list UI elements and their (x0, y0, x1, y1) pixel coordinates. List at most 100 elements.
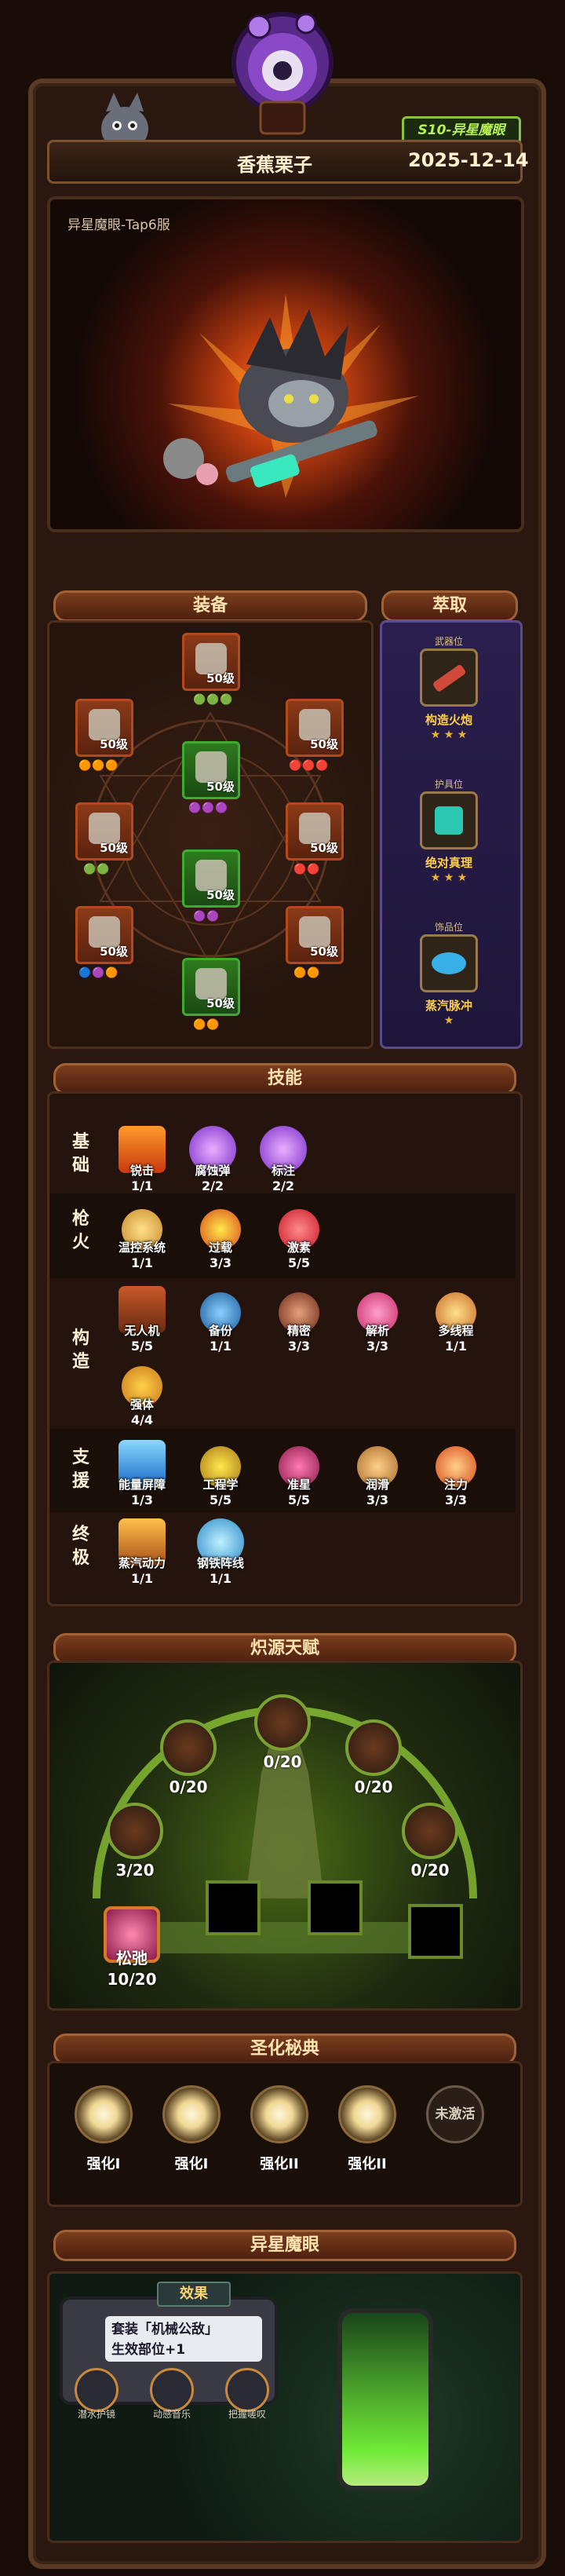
skill-item[interactable]: 备份 1/1 (185, 1292, 256, 1354)
equipment-slot-shoulder[interactable]: 50级 (75, 699, 133, 757)
extract-item-name: 绝对真理 (425, 856, 472, 870)
skill-item[interactable]: 准星 5/5 (264, 1446, 334, 1507)
equipment-slot-gauntlet[interactable]: 50级 (286, 699, 344, 757)
skill-item[interactable]: 强体 4/4 (107, 1366, 177, 1427)
talent-empty-slot[interactable] (206, 1880, 261, 1935)
equipment-gems: 🔴🔴 (293, 864, 321, 875)
extract-item-stars: ★ (443, 1014, 454, 1027)
talent-node[interactable]: 0/20 (251, 1694, 314, 1771)
extract-item-name: 蒸汽脉冲 (425, 999, 472, 1013)
talent-node[interactable]: 0/20 (342, 1719, 405, 1796)
effect-line: 套装「机械公敌」 (111, 2322, 218, 2337)
glowing-orb-icon (250, 2085, 308, 2143)
equipment-gems: 🟠🟠🟠 (78, 760, 119, 772)
containment-tube-icon (337, 2308, 433, 2490)
skill-item[interactable]: 润滑 3/3 (342, 1446, 413, 1507)
steam-pulse-icon (432, 952, 466, 974)
effect-title: 效果 (157, 2282, 231, 2307)
talent-node[interactable]: 3/20 (104, 1803, 166, 1880)
skill-item[interactable]: 精密 3/3 (264, 1292, 334, 1354)
talent-empty-slot[interactable] (308, 1880, 363, 1935)
skill-item[interactable]: 能量屏障 1/3 (107, 1440, 177, 1507)
skill-item[interactable]: 标注 2/2 (248, 1126, 319, 1193)
extract-section-title: 萃取 (381, 590, 518, 622)
effect-line: 生效部位+1 (111, 2342, 186, 2358)
equipment-slot-legs[interactable]: 50级 (182, 850, 240, 908)
extract-slot-accessory[interactable] (420, 934, 478, 992)
skill-item[interactable]: 温控系统 1/1 (107, 1209, 177, 1270)
stopwatch-icon (254, 1694, 311, 1751)
player-name: 香蕉栗子 (237, 154, 312, 176)
skill-item[interactable]: 注力 3/3 (421, 1446, 491, 1507)
heart-burst-icon (107, 1803, 163, 1859)
skill-item[interactable]: 过载 3/3 (185, 1209, 256, 1270)
extract-slot-label: 饰品位 (434, 922, 463, 933)
date-label: 2025-12-14 (408, 149, 529, 171)
equipment-slot-ring[interactable]: 50级 (286, 802, 344, 860)
skill-item[interactable]: 腐蚀弹 2/2 (177, 1126, 248, 1193)
extract-slot-armor[interactable] (420, 791, 478, 850)
flame-burst-icon (160, 1719, 217, 1776)
mask-icon (225, 2368, 269, 2412)
glowing-orb-icon (75, 2085, 133, 2143)
equipment-slot-potion[interactable]: 50级 (286, 906, 344, 964)
eye-module-button[interactable]: 潜水护镜 (63, 2368, 130, 2421)
holy-orb-inactive[interactable]: 未激活 (424, 2085, 487, 2143)
equipment-slot-weapon[interactable]: 50级 (75, 906, 133, 964)
skill-item[interactable]: 钢铁阵线 1/1 (185, 1518, 256, 1586)
hero-caption: 异星魔眼-Tap6服 (67, 217, 170, 233)
extract-item-stars: ★ ★ ★ (430, 729, 468, 741)
extract-item-stars: ★ ★ ★ (430, 871, 468, 884)
extract-slot-label: 护具位 (434, 779, 463, 790)
equipment-gems: 🟠🟠 (193, 1019, 221, 1031)
equipment-gems: 🟠🟠 (293, 967, 321, 979)
extract-slot-weapon[interactable] (420, 649, 478, 707)
holy-section-title: 圣化秘典 (53, 2033, 516, 2065)
holy-orb[interactable]: 强化I (160, 2085, 223, 2173)
skills-section-title: 技能 (53, 1063, 516, 1094)
skill-category-label: 支援 (71, 1448, 89, 1491)
eye-module-button[interactable]: 把握嗟叹 (213, 2368, 281, 2421)
talent-node[interactable]: 0/20 (399, 1803, 461, 1880)
holy-orb[interactable]: 强化II (248, 2085, 311, 2173)
extract-slot-label: 武器位 (434, 636, 463, 647)
equipment-gems: 🟣🟣 (193, 911, 221, 923)
skill-category-label: 基础 (71, 1132, 89, 1175)
holy-orb[interactable]: 强化I (72, 2085, 135, 2173)
skill-category-label: 枪火 (71, 1209, 89, 1252)
skill-item[interactable]: 蒸汽动力 1/1 (107, 1518, 177, 1586)
extract-item-name: 构造火炮 (425, 713, 472, 727)
equipment-slot-offhand[interactable]: 50级 (75, 802, 133, 860)
equipment-gems: 🔴🔴🔴 (289, 760, 330, 772)
skill-item[interactable]: 激素 5/5 (264, 1209, 334, 1270)
talent-empty-slot[interactable] (408, 1904, 463, 1959)
skull-icon (402, 1803, 458, 1859)
goggles-icon (75, 2368, 118, 2412)
skill-item[interactable]: 解析 3/3 (342, 1292, 413, 1354)
skill-item[interactable]: 工程学 5/5 (185, 1446, 256, 1507)
cannon-icon (433, 665, 466, 692)
truth-crystal-icon (435, 806, 463, 835)
equipment-slot-boots[interactable]: 50级 (182, 958, 240, 1016)
skill-item[interactable]: 多线程 1/1 (421, 1292, 491, 1354)
hero-panel (47, 196, 524, 532)
talent-node[interactable]: 0/20 (157, 1719, 220, 1796)
holy-orb[interactable]: 强化II (336, 2085, 399, 2173)
glowing-orb-icon (338, 2085, 396, 2143)
talent-node-selected[interactable]: 松弛 10/20 (100, 1906, 163, 1989)
equipment-slot-helmet[interactable]: 50级 (182, 633, 240, 691)
arrows-icon (345, 1719, 402, 1776)
equipment-gems: 🟣🟣🟣 (188, 802, 229, 814)
eye-module-button[interactable]: 动感音乐 (138, 2368, 206, 2421)
equipment-slot-chest[interactable]: 50级 (182, 741, 240, 799)
skill-item[interactable]: 锐击 1/1 (107, 1126, 177, 1193)
headphones-icon (150, 2368, 194, 2412)
equipment-section-title: 装备 (53, 590, 367, 622)
equipment-gems: 🔵🟣🟠 (78, 967, 119, 979)
equipment-gems: 🟢🟢 (83, 864, 111, 875)
effect-text: 套装「机械公敌」 生效部位+1 (105, 2316, 262, 2362)
skill-category-label: 终极 (71, 1525, 89, 1568)
eye-section-title: 异星魔眼 (53, 2230, 516, 2261)
skill-item[interactable]: 无人机 5/5 (107, 1286, 177, 1354)
season-avatar-icon (231, 12, 334, 135)
